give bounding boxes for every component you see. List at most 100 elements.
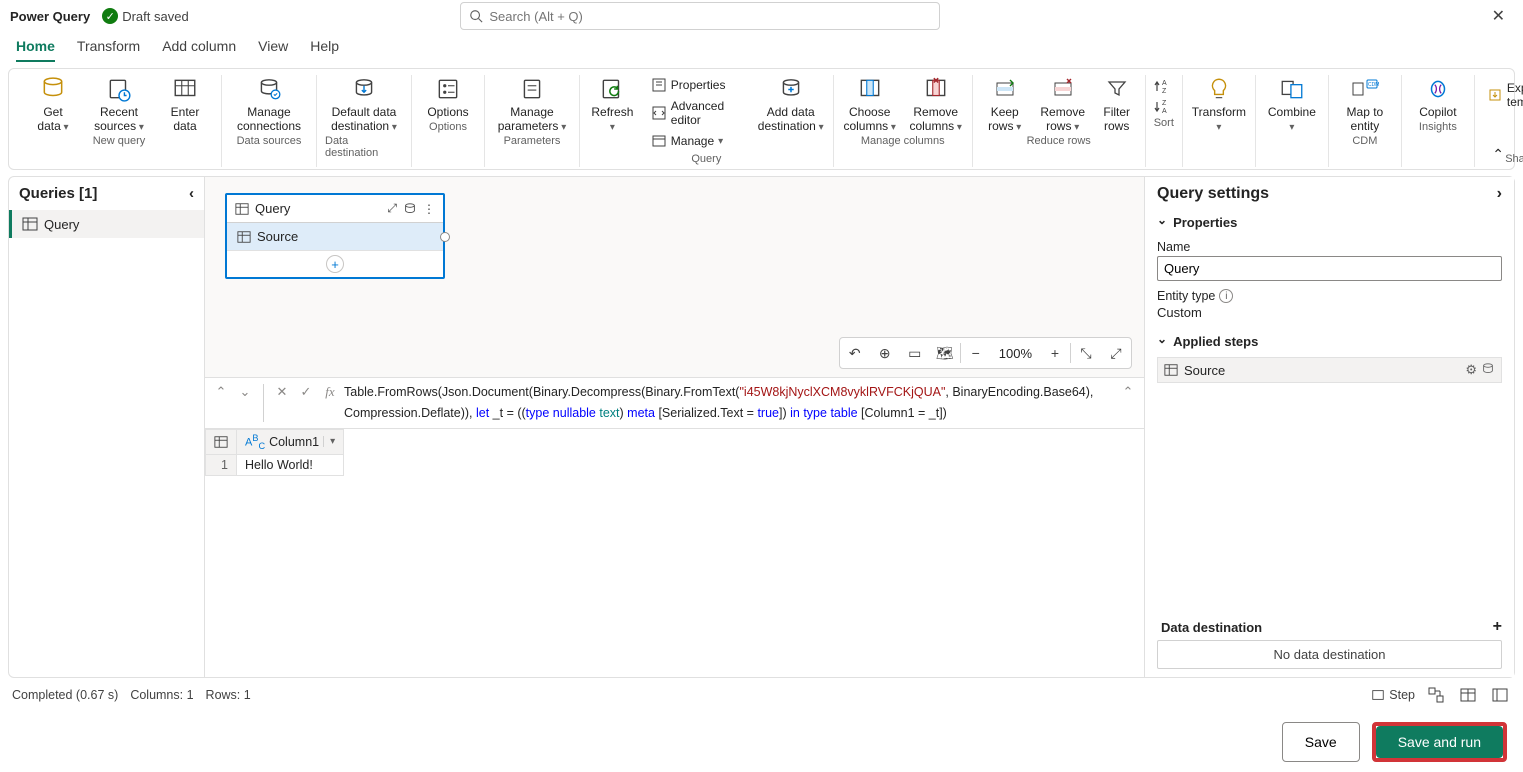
sort-asc-button[interactable]: AZ	[1154, 79, 1174, 95]
query-list-item[interactable]: Query	[9, 210, 204, 238]
choose-columns-button[interactable]: Choose columns	[842, 75, 898, 133]
zoom-in-button[interactable]: +	[1040, 338, 1070, 368]
properties-section[interactable]: Properties	[1157, 215, 1502, 230]
row-number: 1	[206, 454, 237, 475]
menu-tabs: Home Transform Add column View Help	[0, 32, 1523, 62]
query-node[interactable]: Query ⤢ ⋮ Source +	[225, 193, 445, 279]
parameters-icon	[516, 75, 548, 103]
view-diagram-button[interactable]	[1425, 684, 1447, 706]
group-parameters: Parameters	[504, 135, 561, 149]
enter-data-button[interactable]: Enter data	[157, 75, 213, 133]
column-filter-dropdown[interactable]: ▾	[323, 436, 335, 447]
manage-button[interactable]: Manage ▾	[647, 131, 747, 151]
export-template-label: Export template	[1507, 81, 1523, 109]
save-and-run-button[interactable]: Save and run	[1376, 726, 1503, 758]
add-data-destination-button[interactable]: Add data destination	[757, 75, 825, 133]
cancel-edit-button[interactable]: ✕	[272, 382, 292, 402]
manage-connections-button[interactable]: Manage connections	[230, 75, 308, 133]
formula-bar: ⌃ ⌄ ✕ ✓ fx Table.FromRows(Json.Document(…	[205, 377, 1144, 428]
advanced-editor-button[interactable]: Advanced editor	[647, 97, 747, 129]
manage-label: Manage	[671, 134, 714, 148]
filter-rows-button[interactable]: Filter rows	[1097, 75, 1137, 133]
export-template-button[interactable]: Export template	[1483, 75, 1523, 111]
node-step-source[interactable]: Source	[227, 223, 443, 251]
save-button[interactable]: Save	[1282, 722, 1360, 762]
data-grid[interactable]: ABC Column1 ▾ 1 Hello World!	[205, 428, 1144, 677]
column-header-column1[interactable]: ABC Column1 ▾	[237, 430, 344, 455]
tab-view[interactable]: View	[258, 38, 288, 62]
view-grid-button[interactable]	[1457, 684, 1479, 706]
check-icon: ✓	[102, 8, 118, 24]
recent-sources-button[interactable]: Recent sources	[91, 75, 147, 133]
tab-transform[interactable]: Transform	[77, 38, 140, 62]
node-title: Query	[255, 201, 290, 216]
group-combine	[1290, 135, 1293, 149]
group-sort: Sort	[1154, 117, 1174, 131]
applied-step-source[interactable]: Source ⚙	[1157, 357, 1502, 383]
get-data-button[interactable]: Get data	[25, 75, 81, 133]
info-icon[interactable]: i	[1219, 289, 1233, 303]
step-db-icon[interactable]	[1481, 362, 1495, 378]
undo-button[interactable]: ↶	[840, 338, 870, 368]
minimap-button[interactable]: 🗺	[930, 338, 960, 368]
add-destination-button[interactable]: +	[1493, 618, 1502, 636]
search-input[interactable]	[489, 9, 931, 24]
manage-parameters-button[interactable]: Manage parameters	[493, 75, 571, 133]
svg-text:A: A	[1162, 108, 1167, 115]
refresh-button[interactable]: Refresh	[588, 75, 637, 133]
fit-screen-button[interactable]: ▭	[900, 338, 930, 368]
diagram-canvas[interactable]: Query ⤢ ⋮ Source + ↶ ⊕ ▭ 🗺	[205, 177, 1144, 377]
sort-desc-button[interactable]: ZA	[1154, 99, 1174, 115]
remove-columns-button[interactable]: Remove columns	[908, 75, 964, 133]
collapse-sidebar-button[interactable]: ‹	[189, 185, 194, 202]
prev-step-button[interactable]: ⌃	[211, 382, 231, 402]
collapse-panel-button[interactable]: ›	[1497, 185, 1502, 203]
add-dd-label: Add data destination	[758, 105, 816, 133]
node-action-icon[interactable]	[403, 202, 417, 216]
collapse-ribbon-button[interactable]: ⌃	[1492, 146, 1504, 163]
expand-icon[interactable]: ⤢	[387, 201, 397, 216]
combine-button[interactable]: Combine	[1264, 75, 1320, 133]
gear-icon[interactable]: ⚙	[1465, 362, 1477, 378]
applied-steps-section[interactable]: Applied steps	[1157, 334, 1502, 349]
output-port[interactable]	[440, 232, 450, 242]
options-button[interactable]: Options	[420, 75, 476, 119]
confirm-edit-button[interactable]: ✓	[296, 382, 316, 402]
cell[interactable]: Hello World!	[237, 454, 344, 475]
query-name-input[interactable]	[1157, 256, 1502, 281]
entity-type-value: Custom	[1157, 305, 1502, 320]
remove-rows-button[interactable]: Remove rows	[1039, 75, 1087, 133]
entity-type-label: Entity type	[1157, 289, 1215, 303]
more-icon[interactable]: ⋮	[423, 202, 435, 216]
table-icon	[169, 75, 201, 103]
export-icon	[1487, 87, 1503, 103]
fx-icon[interactable]: fx	[320, 382, 340, 402]
collapse-diagram-button[interactable]: ⤡	[1071, 338, 1101, 368]
step-indicator[interactable]: Step	[1371, 688, 1415, 702]
group-data-sources: Data sources	[237, 135, 302, 149]
expand-formula-button[interactable]: ⌃	[1118, 382, 1138, 402]
properties-button[interactable]: Properties	[647, 75, 747, 95]
formula-text[interactable]: Table.FromRows(Json.Document(Binary.Deco…	[344, 382, 1114, 424]
map-to-entity-button[interactable]: CDM Map to entity	[1337, 75, 1393, 133]
tab-home[interactable]: Home	[16, 38, 55, 62]
next-step-button[interactable]: ⌄	[235, 382, 255, 402]
fit-button[interactable]: ⊕	[870, 338, 900, 368]
tab-add-column[interactable]: Add column	[162, 38, 236, 62]
keep-rows-button[interactable]: Keep rows	[981, 75, 1029, 133]
zoom-out-button[interactable]: −	[961, 338, 991, 368]
view-schema-button[interactable]	[1489, 684, 1511, 706]
transform-button[interactable]: Transform	[1191, 75, 1247, 133]
fullscreen-button[interactable]: ⤢	[1101, 338, 1131, 368]
enter-data-label: Enter data	[171, 105, 200, 133]
close-button[interactable]: ✕	[1484, 2, 1513, 30]
add-step-button[interactable]: +	[326, 255, 344, 273]
copilot-button[interactable]: Copilot	[1410, 75, 1466, 119]
query-item-label: Query	[44, 217, 79, 232]
select-all-corner[interactable]	[206, 430, 237, 455]
tab-help[interactable]: Help	[310, 38, 339, 62]
diagram-toolbar: ↶ ⊕ ▭ 🗺 − 100% + ⤡ ⤢	[839, 337, 1132, 369]
search-box[interactable]	[460, 2, 940, 30]
advanced-editor-label: Advanced editor	[671, 99, 743, 127]
default-data-destination-button[interactable]: Default data destination	[325, 75, 403, 133]
